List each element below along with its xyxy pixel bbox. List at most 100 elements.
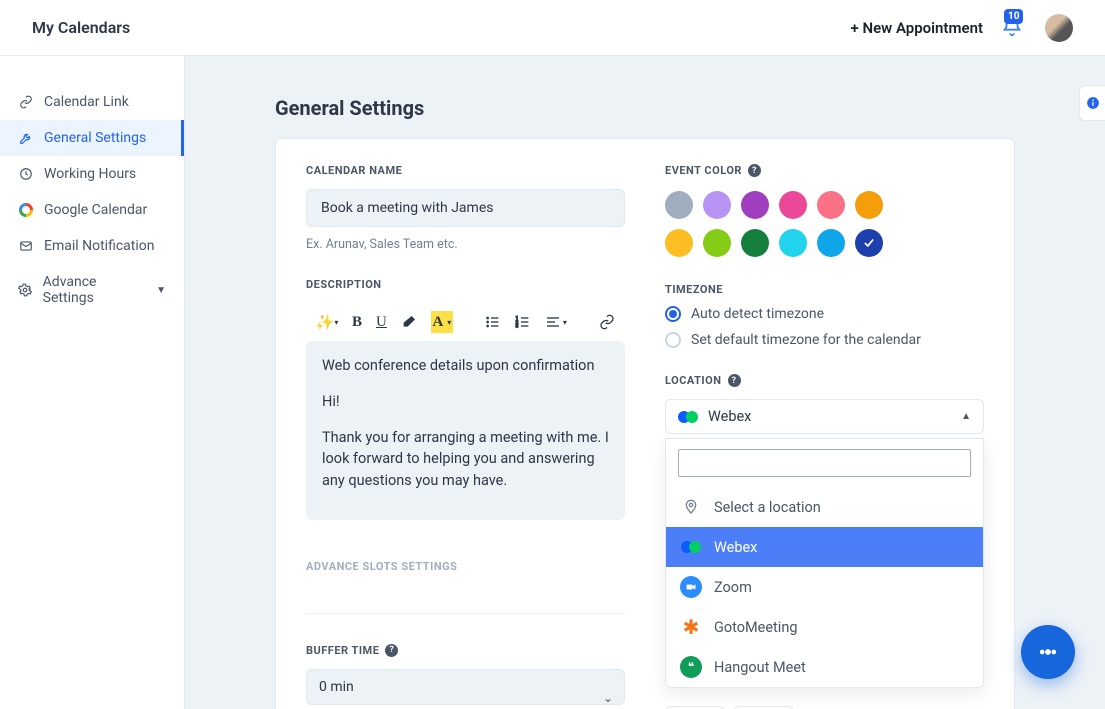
sidebar-item-google-calendar[interactable]: Google Calendar bbox=[0, 192, 184, 228]
location-option-select[interactable]: Select a location bbox=[666, 487, 983, 527]
advance-slots-heading: Advance Slots Settings bbox=[306, 560, 625, 573]
calendar-name-input[interactable]: Book a meeting with James bbox=[306, 189, 625, 227]
editor-toolbar: ✨▾ B U A▾ 123 ▾ bbox=[306, 303, 625, 341]
description-line: Hi! bbox=[322, 391, 609, 413]
sidebar-item-label: Working Hours bbox=[44, 166, 136, 182]
sidebar: Calendar Link General Settings Working H… bbox=[0, 56, 185, 709]
radio-icon bbox=[665, 306, 681, 322]
help-icon[interactable]: ? bbox=[728, 374, 741, 387]
hangout-icon: ❝ bbox=[680, 656, 702, 678]
color-swatch[interactable] bbox=[703, 191, 731, 219]
webex-icon bbox=[678, 410, 698, 424]
location-search-input[interactable] bbox=[678, 449, 971, 477]
sidebar-item-general-settings[interactable]: General Settings bbox=[0, 120, 184, 156]
chevron-down-icon: ▼ bbox=[156, 285, 166, 296]
location-select[interactable]: Webex ▲ bbox=[665, 399, 984, 434]
gotomeeting-icon: ✱ bbox=[680, 616, 702, 638]
color-swatch[interactable] bbox=[741, 229, 769, 257]
svg-text:3: 3 bbox=[516, 323, 519, 329]
description-editor: ✨▾ B U A▾ 123 ▾ Web conference details u… bbox=[306, 303, 625, 520]
left-column: Calendar Name Book a meeting with James … bbox=[306, 164, 625, 709]
color-swatch[interactable] bbox=[817, 191, 845, 219]
webex-icon bbox=[680, 536, 702, 558]
location-option-zoom[interactable]: Zoom bbox=[666, 567, 983, 607]
calendar-name-label: Calendar Name bbox=[306, 164, 625, 177]
description-line: Web conference details upon confirmation bbox=[322, 355, 609, 377]
color-swatches bbox=[665, 191, 895, 257]
clock-icon bbox=[18, 166, 34, 182]
new-appointment-button[interactable]: + New Appointment bbox=[851, 19, 984, 37]
user-avatar[interactable] bbox=[1045, 14, 1073, 42]
magic-icon[interactable]: ✨▾ bbox=[316, 311, 338, 333]
timezone-auto-radio[interactable]: Auto detect timezone bbox=[665, 306, 984, 322]
sidebar-item-label: Advance Settings bbox=[43, 274, 142, 306]
sidebar-item-calendar-link[interactable]: Calendar Link bbox=[0, 84, 184, 120]
color-swatch[interactable] bbox=[779, 191, 807, 219]
chat-fab[interactable] bbox=[1021, 625, 1075, 679]
radio-icon bbox=[665, 332, 681, 348]
settings-card: Calendar Name Book a meeting with James … bbox=[275, 138, 1015, 709]
wrench-icon bbox=[18, 130, 34, 146]
location-option-hangout[interactable]: ❝ Hangout Meet bbox=[666, 647, 983, 687]
timezone-label: Timezone bbox=[665, 283, 984, 296]
color-swatch[interactable] bbox=[779, 229, 807, 257]
description-label: Description bbox=[306, 278, 625, 291]
eraser-button[interactable] bbox=[401, 311, 417, 333]
location-label: Location? bbox=[665, 374, 984, 387]
main: General Settings Calendar Name Book a me… bbox=[185, 56, 1105, 709]
info-icon bbox=[1086, 96, 1100, 110]
calendar-name-hint: Ex. Arunav, Sales Team etc. bbox=[306, 237, 625, 252]
description-line: Thank you for arranging a meeting with m… bbox=[322, 427, 609, 492]
color-swatch[interactable] bbox=[855, 229, 883, 257]
color-swatch[interactable] bbox=[665, 229, 693, 257]
color-swatch[interactable] bbox=[855, 191, 883, 219]
sidebar-item-label: Google Calendar bbox=[44, 202, 147, 218]
help-icon[interactable]: ? bbox=[748, 164, 761, 177]
topbar-right: + New Appointment 10 bbox=[851, 14, 1074, 42]
align-button[interactable]: ▾ bbox=[545, 311, 567, 333]
timezone-default-radio[interactable]: Set default timezone for the calendar bbox=[665, 332, 984, 348]
sidebar-item-label: Calendar Link bbox=[44, 94, 129, 110]
location-option-webex[interactable]: Webex bbox=[666, 527, 983, 567]
zoom-icon bbox=[680, 576, 702, 598]
color-swatch[interactable] bbox=[703, 229, 731, 257]
bold-button[interactable]: B bbox=[352, 311, 362, 333]
sidebar-item-advance-settings[interactable]: Advance Settings ▼ bbox=[0, 264, 184, 316]
topbar: My Calendars + New Appointment 10 bbox=[0, 0, 1105, 56]
location-option-label: GotoMeeting bbox=[714, 619, 797, 636]
location-dropdown: Select a location Webex Zoom ✱ GotoMeeti… bbox=[665, 438, 984, 688]
sidebar-item-label: Email Notification bbox=[44, 238, 155, 254]
mail-icon bbox=[18, 238, 34, 254]
text-color-button[interactable]: A▾ bbox=[431, 311, 453, 333]
notification-count-badge: 10 bbox=[1004, 9, 1023, 24]
google-icon bbox=[18, 202, 34, 218]
underline-button[interactable]: U bbox=[376, 311, 387, 333]
info-side-tab[interactable] bbox=[1079, 85, 1105, 121]
buffer-time-select[interactable]: 0 min bbox=[306, 669, 625, 705]
sidebar-item-label: General Settings bbox=[44, 130, 146, 146]
sidebar-item-working-hours[interactable]: Working Hours bbox=[0, 156, 184, 192]
ordered-list-button[interactable]: 123 bbox=[515, 311, 531, 333]
chevron-up-icon: ▲ bbox=[961, 411, 971, 422]
description-textarea[interactable]: Web conference details upon confirmation… bbox=[306, 341, 625, 520]
gear-icon bbox=[18, 282, 33, 298]
link-button[interactable] bbox=[599, 311, 615, 333]
buffer-time-label: Buffer Time? bbox=[306, 644, 625, 657]
help-icon[interactable]: ? bbox=[385, 644, 398, 657]
location-option-label: Webex bbox=[714, 539, 757, 556]
location-option-label: Hangout Meet bbox=[714, 659, 806, 676]
page-brand: My Calendars bbox=[32, 18, 130, 37]
color-swatch[interactable] bbox=[741, 191, 769, 219]
notifications-button[interactable]: 10 bbox=[1001, 15, 1027, 41]
color-swatch[interactable] bbox=[817, 229, 845, 257]
color-swatch[interactable] bbox=[665, 191, 693, 219]
location-option-label: Zoom bbox=[714, 579, 752, 596]
page-title: General Settings bbox=[275, 96, 1015, 120]
bullet-list-button[interactable] bbox=[485, 311, 501, 333]
sidebar-item-email-notification[interactable]: Email Notification bbox=[0, 228, 184, 264]
chat-icon bbox=[1034, 638, 1062, 666]
location-selected-value: Webex bbox=[708, 408, 751, 425]
location-option-gotomeeting[interactable]: ✱ GotoMeeting bbox=[666, 607, 983, 647]
pin-icon bbox=[680, 496, 702, 518]
event-color-label: Event Color? bbox=[665, 164, 984, 177]
